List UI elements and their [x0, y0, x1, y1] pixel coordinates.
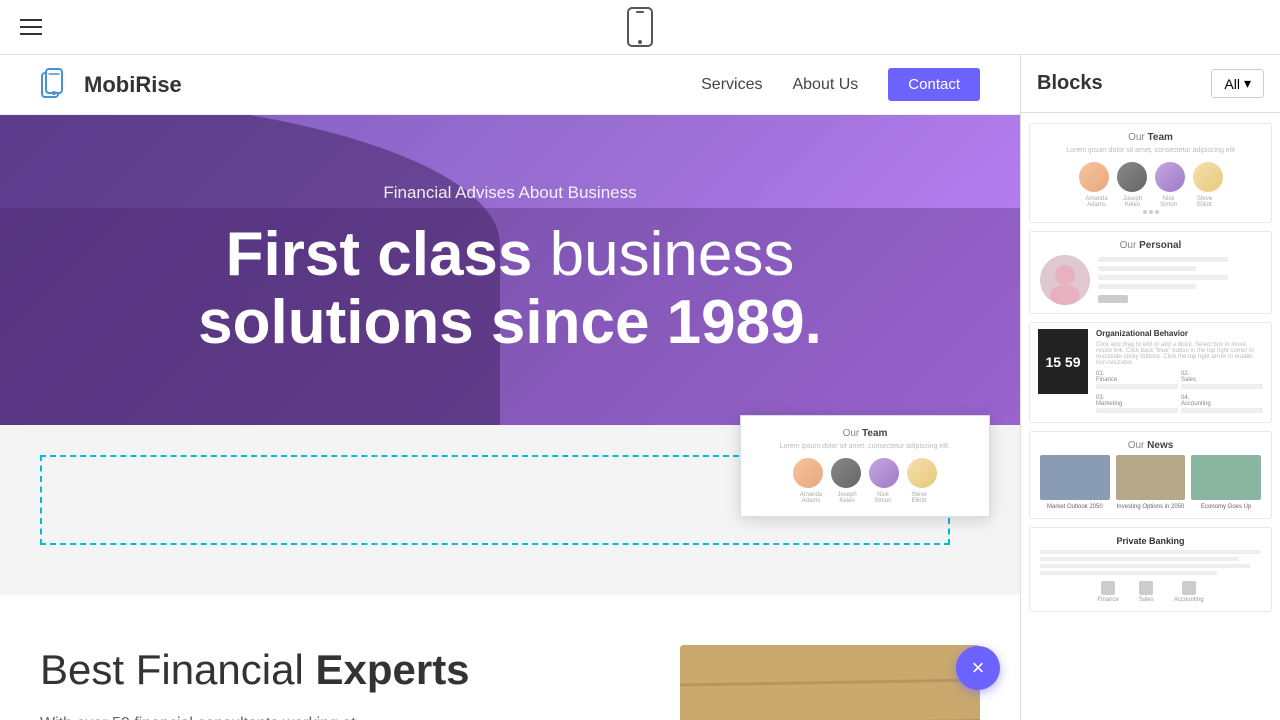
content-area: MobiRise Services About Us Contact Finan… [0, 55, 1020, 720]
block-banking-icons: Finance Sales Accounting [1040, 581, 1261, 603]
logo-icon [40, 67, 76, 103]
block-organizational-behavior[interactable]: 15 59 Organizational Behavior Click and … [1029, 322, 1272, 423]
block-private-banking[interactable]: Private Banking Finance [1029, 527, 1272, 612]
close-icon: × [972, 657, 985, 679]
team-card-names: Amanda Adams Joseph Kelen Nick Simon Ste… [753, 492, 977, 504]
block-org-image: 15 59 [1038, 329, 1088, 394]
news-img-1 [1040, 455, 1110, 500]
nav-about-us[interactable]: About Us [792, 76, 858, 94]
main-layout: MobiRise Services About Us Contact Finan… [0, 55, 1280, 720]
hero-title: First class business solutions since 198… [198, 221, 822, 357]
member-1-name: Amanda Adams [796, 492, 826, 504]
team-card-subtitle: Lorem ipsum dolor sit amet, consectetur … [753, 443, 977, 450]
block-personal-image [1040, 255, 1090, 305]
banking-icon-accounting: Accounting [1174, 581, 1204, 603]
block-social-dots [1040, 210, 1261, 214]
block-our-personal[interactable]: Our Personal [1029, 231, 1272, 314]
section-2-description: With over 50 financial consultants worki… [40, 711, 640, 720]
site-nav: MobiRise Services About Us Contact [0, 55, 1020, 115]
phone-preview-icon[interactable] [626, 6, 654, 48]
section-2-image [680, 645, 980, 720]
website-preview: MobiRise Services About Us Contact Finan… [0, 55, 1020, 720]
block-personal-content [1040, 255, 1261, 305]
news-label-1: Market Outlook 2050 [1040, 504, 1110, 510]
member-4-name: Steve Elliott [904, 492, 934, 504]
avatar-4 [907, 458, 937, 488]
section-2: Best Financial Experts With over 50 fina… [0, 595, 1020, 720]
news-img-3 [1191, 455, 1261, 500]
hero-title-light: business [550, 220, 795, 289]
drop-zone-container: Our Team Lorem ipsum dolor sit amet, con… [40, 445, 980, 555]
news-label-2: Investing Options in 2050 [1116, 504, 1186, 510]
block-team-subtitle: Lorem ipsum dolor sit amet, consectetur … [1040, 147, 1261, 154]
block-org-items: 01. Finance 02. Sales 03. [1096, 371, 1263, 416]
member-2-name: Joseph Kelen [832, 492, 862, 504]
blocks-filter-button[interactable]: All ▾ [1211, 69, 1264, 98]
logo-text: MobiRise [84, 72, 182, 98]
banking-icon-finance: Finance [1097, 581, 1118, 603]
news-label-3: Economy Goes Up [1191, 504, 1261, 510]
block-team-avatars [1040, 162, 1261, 192]
blocks-panel-title: Blocks [1037, 72, 1103, 95]
avatar-3 [869, 458, 899, 488]
block-news-title: Our News [1040, 440, 1261, 451]
nav-services[interactable]: Services [701, 76, 762, 94]
close-fab-button[interactable]: × [956, 646, 1000, 690]
member-3-name: Nick Simon [868, 492, 898, 504]
block-news-labels: Market Outlook 2050 Investing Options in… [1040, 504, 1261, 510]
section-2-title: Best Financial Experts [40, 645, 640, 695]
block-personal-text-lines [1098, 257, 1261, 303]
blocks-list: Our Team Lorem ipsum dolor sit amet, con… [1021, 113, 1280, 720]
nav-cta-button[interactable]: Contact [888, 68, 980, 101]
block-team-names: Amanda Adams Joseph Kelen Nick Simon Ste… [1040, 196, 1261, 208]
block-org-text: Organizational Behavior Click and drag t… [1096, 329, 1263, 416]
block-banking-title: Private Banking [1040, 536, 1261, 546]
hero-section: Financial Advises About Business First c… [0, 115, 1020, 425]
avatar-1 [793, 458, 823, 488]
block-avatar-3 [1155, 162, 1185, 192]
block-avatar-2 [1117, 162, 1147, 192]
team-card-title: Our Team [753, 428, 977, 439]
block-avatar-4 [1193, 162, 1223, 192]
team-card-avatars [753, 458, 977, 488]
news-img-2 [1116, 455, 1186, 500]
block-avatar-1 [1079, 162, 1109, 192]
banking-icon-sales: Sales [1139, 581, 1154, 603]
content-blocks: Our Team Lorem ipsum dolor sit amet, con… [0, 425, 1020, 595]
blocks-panel-header: Blocks All ▾ [1021, 55, 1280, 113]
block-our-team[interactable]: Our Team Lorem ipsum dolor sit amet, con… [1029, 123, 1272, 223]
blocks-panel: Blocks All ▾ Our Team Lorem ipsum dolor … [1020, 55, 1280, 720]
nav-links: Services About Us Contact [701, 68, 980, 101]
avatar-2 [831, 458, 861, 488]
block-personal-title: Our Personal [1040, 240, 1261, 251]
section-2-text: Best Financial Experts With over 50 fina… [40, 645, 640, 720]
toolbar [0, 0, 1280, 55]
hamburger-menu[interactable] [20, 19, 42, 35]
site-logo: MobiRise [40, 67, 182, 103]
block-news-images [1040, 455, 1261, 500]
block-our-news[interactable]: Our News Market Outlook 2050 Investing O… [1029, 431, 1272, 519]
floating-team-card: Our Team Lorem ipsum dolor sit amet, con… [740, 415, 990, 517]
hero-subtitle: Financial Advises About Business [383, 183, 636, 203]
block-org-title: Organizational Behavior [1096, 329, 1263, 338]
block-team-title: Our Team [1040, 132, 1261, 143]
